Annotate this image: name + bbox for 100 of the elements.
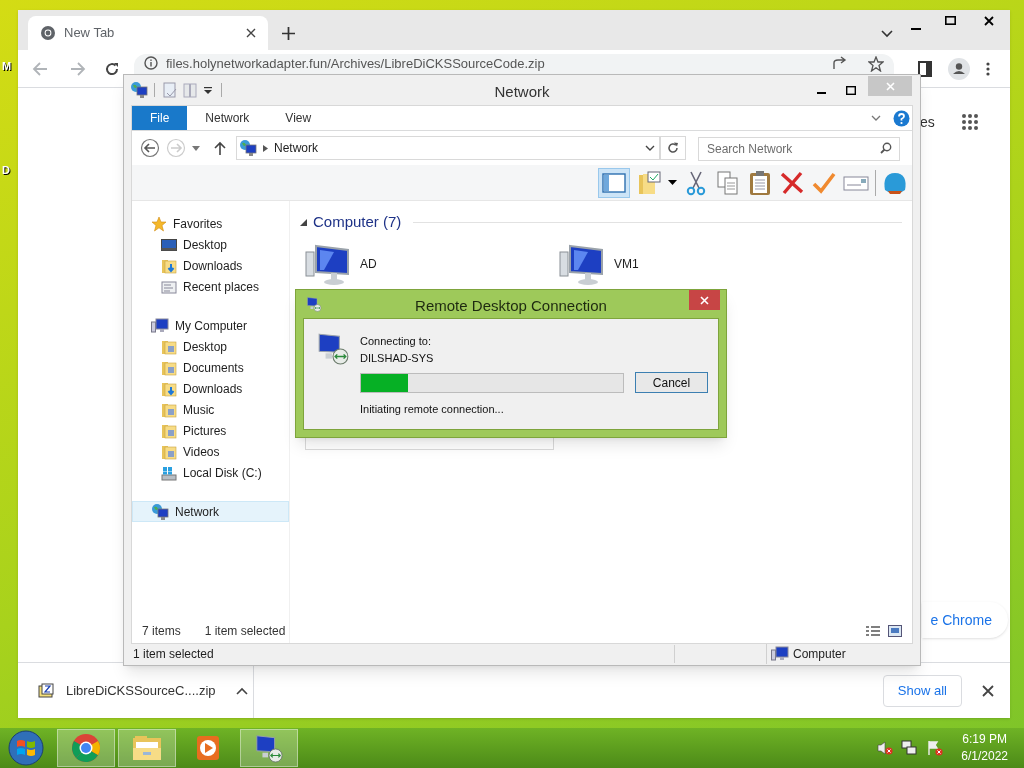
profile-icon[interactable] [948, 57, 970, 80]
action-center-icon[interactable] [927, 740, 944, 756]
new-tab-icon[interactable] [282, 27, 295, 40]
close-icon [700, 295, 709, 305]
large-icons-view-icon[interactable] [888, 625, 902, 637]
folder-icon [161, 443, 177, 460]
sidebar-icon[interactable] [918, 60, 932, 77]
share-icon[interactable] [832, 56, 848, 70]
folder-icon [161, 401, 177, 418]
connecting-label: Connecting to: [360, 334, 432, 349]
search-field[interactable]: Search Network [698, 136, 900, 161]
ribbon-tab[interactable]: Network [187, 106, 268, 130]
computer-item[interactable]: AD [304, 241, 558, 286]
dropdown-icon[interactable] [645, 145, 655, 151]
nav-item[interactable]: Downloads [132, 255, 289, 276]
dropdown-icon[interactable] [668, 180, 677, 185]
close-button[interactable] [689, 290, 720, 310]
info-icon[interactable] [144, 56, 158, 70]
volume-muted-icon[interactable] [877, 740, 894, 756]
taskbar-button[interactable] [240, 729, 298, 767]
network-icon[interactable] [901, 740, 918, 756]
nav-label: Music [183, 401, 215, 419]
show-all-button[interactable]: Show all [882, 674, 962, 707]
chrome-icon [71, 733, 101, 763]
nav-item[interactable]: Videos [132, 441, 289, 462]
computer-item[interactable]: VM1 [558, 241, 812, 286]
address-bar[interactable]: files.holynetworkadapter.fun/Archives/LibreDiCKSSourceCode.zip [134, 54, 894, 74]
computer-name: AD [360, 255, 377, 273]
nav-item[interactable]: Downloads [132, 378, 289, 399]
nav-item[interactable]: Desktop [132, 234, 289, 255]
customize-icon[interactable] [203, 85, 213, 95]
disk-icon [161, 464, 177, 481]
nav-item[interactable]: Recent places [132, 276, 289, 297]
taskbar-button[interactable] [57, 729, 115, 767]
cancel-button[interactable]: Cancel [635, 372, 708, 393]
status-text: Initiating remote connection... [360, 402, 505, 417]
close-icon[interactable] [246, 28, 256, 38]
delete-icon[interactable] [779, 169, 805, 196]
nav-item[interactable]: Local Disk (C:) [132, 462, 289, 483]
zip-file-icon [38, 682, 54, 699]
remote-desktop-icon [316, 331, 350, 365]
network-icon [151, 502, 169, 521]
caret-up-icon[interactable] [235, 686, 248, 695]
details-view-icon[interactable] [866, 625, 880, 637]
breadcrumb-item[interactable]: Network [274, 139, 318, 157]
menu-icon[interactable] [986, 61, 990, 76]
paste-icon[interactable] [747, 169, 773, 196]
maximize-icon[interactable] [846, 85, 856, 95]
nav-item[interactable]: Network [132, 501, 289, 522]
nav-item[interactable]: Music [132, 399, 289, 420]
media-player-icon [194, 734, 222, 762]
nav-label: Documents [183, 359, 244, 377]
collapse-icon[interactable] [300, 218, 307, 226]
nav-item[interactable]: My Computer [132, 315, 289, 336]
nav-label: Desktop [183, 338, 228, 356]
item-count: 7 items [142, 623, 181, 640]
ribbon-tab[interactable]: View [267, 106, 330, 130]
window-title: Network [494, 82, 550, 102]
help-icon[interactable] [893, 109, 910, 127]
refresh-button[interactable] [660, 136, 686, 160]
computer-name: VM1 [614, 255, 639, 273]
chevron-down-icon[interactable] [881, 30, 893, 38]
close-icon[interactable] [984, 16, 994, 26]
folder-icon [161, 338, 177, 355]
network-icon [239, 139, 257, 157]
star-icon[interactable] [868, 56, 884, 72]
reload-icon[interactable] [104, 60, 120, 77]
preview-pane-button[interactable] [598, 167, 630, 198]
customize-chrome-button[interactable]: e Chrome [922, 602, 1008, 638]
location-text: Computer [793, 646, 846, 663]
folder-icon [161, 422, 177, 439]
download-folder-icon [161, 380, 177, 397]
nav-item[interactable]: Favorites [132, 213, 289, 234]
apps-grid-icon[interactable] [961, 113, 979, 131]
start-button[interactable] [8, 730, 44, 766]
address-field[interactable]: Network [236, 136, 660, 160]
computer-icon [771, 646, 789, 662]
nav-label: Recent places [183, 278, 260, 296]
status-text: 1 item selected [131, 645, 675, 663]
page-link[interactable]: es [920, 112, 935, 133]
nav-item[interactable]: Pictures [132, 420, 289, 441]
chevron-down-icon[interactable] [871, 115, 881, 121]
clock-date[interactable]: 6/1/2022 [961, 748, 1008, 765]
ribbon-tab[interactable]: File [132, 106, 188, 130]
host-name: DILSHAD-SYS [360, 350, 435, 366]
maximize-icon[interactable] [945, 16, 956, 25]
search-icon[interactable] [880, 141, 892, 154]
group-header[interactable]: Computer (7) [313, 211, 402, 234]
up-icon[interactable] [214, 141, 226, 155]
nav-label: Desktop [183, 236, 228, 254]
nav-label: Favorites [173, 215, 223, 233]
recent-dropdown-icon[interactable] [192, 145, 200, 151]
folder-options-icon[interactable] [636, 169, 662, 196]
close-icon[interactable] [982, 684, 994, 697]
browser-tab[interactable]: New Tab [28, 16, 268, 50]
nav-item[interactable]: Documents [132, 357, 289, 378]
refresh-icon [667, 142, 679, 154]
back-icon[interactable] [140, 138, 160, 158]
nav-item[interactable]: Desktop [132, 336, 289, 357]
nav-label: Videos [183, 443, 220, 461]
